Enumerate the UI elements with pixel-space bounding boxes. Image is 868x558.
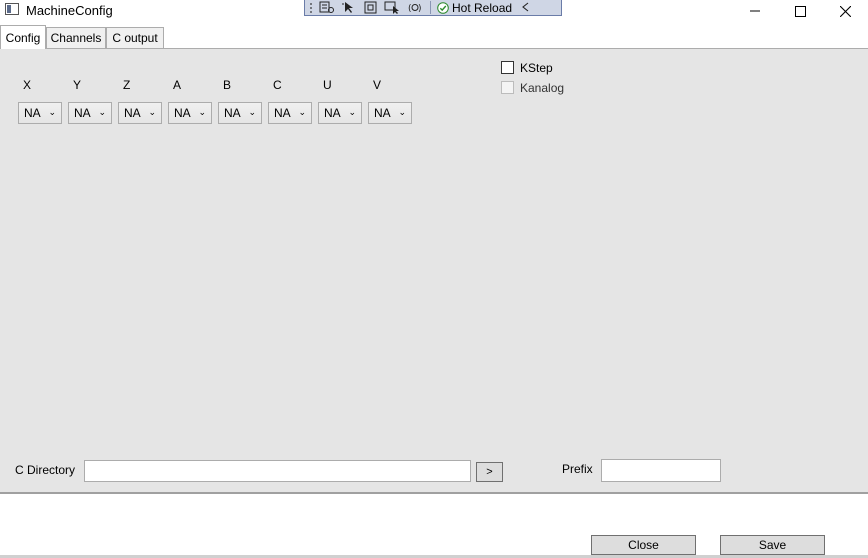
visual-tree-icon[interactable] xyxy=(318,1,336,15)
browse-button[interactable]: > xyxy=(476,462,503,482)
binding-failures-icon[interactable]: () xyxy=(406,1,424,15)
chevron-down-icon: ⌄ xyxy=(98,107,106,117)
chevron-down-icon: ⌄ xyxy=(248,107,256,117)
combo-value: NA xyxy=(274,106,291,120)
axis-label-a: A xyxy=(173,78,182,92)
axis-label-c: C xyxy=(273,78,282,92)
minimize-icon xyxy=(750,10,760,12)
axis-select-x[interactable]: NA ⌄ xyxy=(18,102,62,124)
axis-label-v: V xyxy=(373,78,382,92)
axis-select-u[interactable]: NA ⌄ xyxy=(318,102,362,124)
tab-label: Channels xyxy=(50,31,102,45)
window-app-icon xyxy=(5,3,19,15)
close-icon xyxy=(839,5,851,17)
hot-reload-label[interactable]: Hot Reload xyxy=(452,1,512,15)
combo-value: NA xyxy=(74,106,91,120)
prefix-input[interactable] xyxy=(601,459,721,482)
window-title: MachineConfig xyxy=(26,3,113,18)
chevron-down-icon: ⌄ xyxy=(148,107,156,117)
kanalog-checkbox[interactable] xyxy=(501,81,514,94)
axis-label-b: B xyxy=(223,78,232,92)
tab-channels[interactable]: Channels xyxy=(46,27,106,48)
axis-label-x: X xyxy=(23,78,32,92)
close-window-button[interactable] xyxy=(822,0,868,22)
svg-text:(: ( xyxy=(408,4,412,14)
axis-label-u: U xyxy=(323,78,332,92)
axis-select-y[interactable]: NA ⌄ xyxy=(68,102,112,124)
tab-config[interactable]: Config xyxy=(0,25,46,49)
axis-select-c[interactable]: NA ⌄ xyxy=(268,102,312,124)
panel-divider xyxy=(0,492,868,494)
save-button[interactable]: Save xyxy=(720,535,825,555)
maximize-icon xyxy=(794,5,806,17)
axis-select-b[interactable]: NA ⌄ xyxy=(218,102,262,124)
chevron-down-icon: ⌄ xyxy=(348,107,356,117)
select-element-icon[interactable] xyxy=(340,1,358,15)
tab-label: Config xyxy=(5,30,41,45)
minimize-button[interactable] xyxy=(732,0,778,22)
combo-value: NA xyxy=(324,106,341,120)
combo-value: NA xyxy=(224,106,241,120)
combo-value: NA xyxy=(174,106,191,120)
checkmark-circle-icon xyxy=(437,1,449,14)
chevron-down-icon: ⌄ xyxy=(48,107,56,117)
chevron-down-icon: ⌄ xyxy=(298,107,306,117)
axis-select-a[interactable]: NA ⌄ xyxy=(168,102,212,124)
c-directory-input[interactable] xyxy=(84,460,471,482)
prefix-label: Prefix xyxy=(562,462,593,476)
axis-select-z[interactable]: NA ⌄ xyxy=(118,102,162,124)
chevron-left-icon[interactable] xyxy=(522,1,529,15)
axis-label-z: Z xyxy=(123,78,131,92)
tab-c-output[interactable]: C output xyxy=(106,27,164,48)
combo-value: NA xyxy=(374,106,391,120)
combo-value: NA xyxy=(24,106,41,120)
kstep-checkbox[interactable] xyxy=(501,61,514,74)
svg-text:): ) xyxy=(418,4,422,14)
kanalog-label: Kanalog xyxy=(520,81,565,95)
c-directory-label: C Directory xyxy=(15,463,76,477)
display-layout-adorners-icon[interactable] xyxy=(362,1,380,15)
track-focused-element-icon[interactable] xyxy=(384,1,402,15)
axis-label-y: Y xyxy=(73,78,82,92)
maximize-button[interactable] xyxy=(777,0,823,22)
close-button[interactable]: Close xyxy=(591,535,696,555)
grip-icon[interactable] xyxy=(308,1,314,15)
toolbar-separator xyxy=(430,1,431,14)
tab-label: C output xyxy=(112,31,158,45)
combo-value: NA xyxy=(124,106,141,120)
kstep-label[interactable]: KStep xyxy=(520,61,553,75)
chevron-down-icon: ⌄ xyxy=(198,107,206,117)
chevron-down-icon: ⌄ xyxy=(398,107,406,117)
debug-toolbar: () Hot Reload xyxy=(304,0,562,16)
axis-select-v[interactable]: NA ⌄ xyxy=(368,102,412,124)
